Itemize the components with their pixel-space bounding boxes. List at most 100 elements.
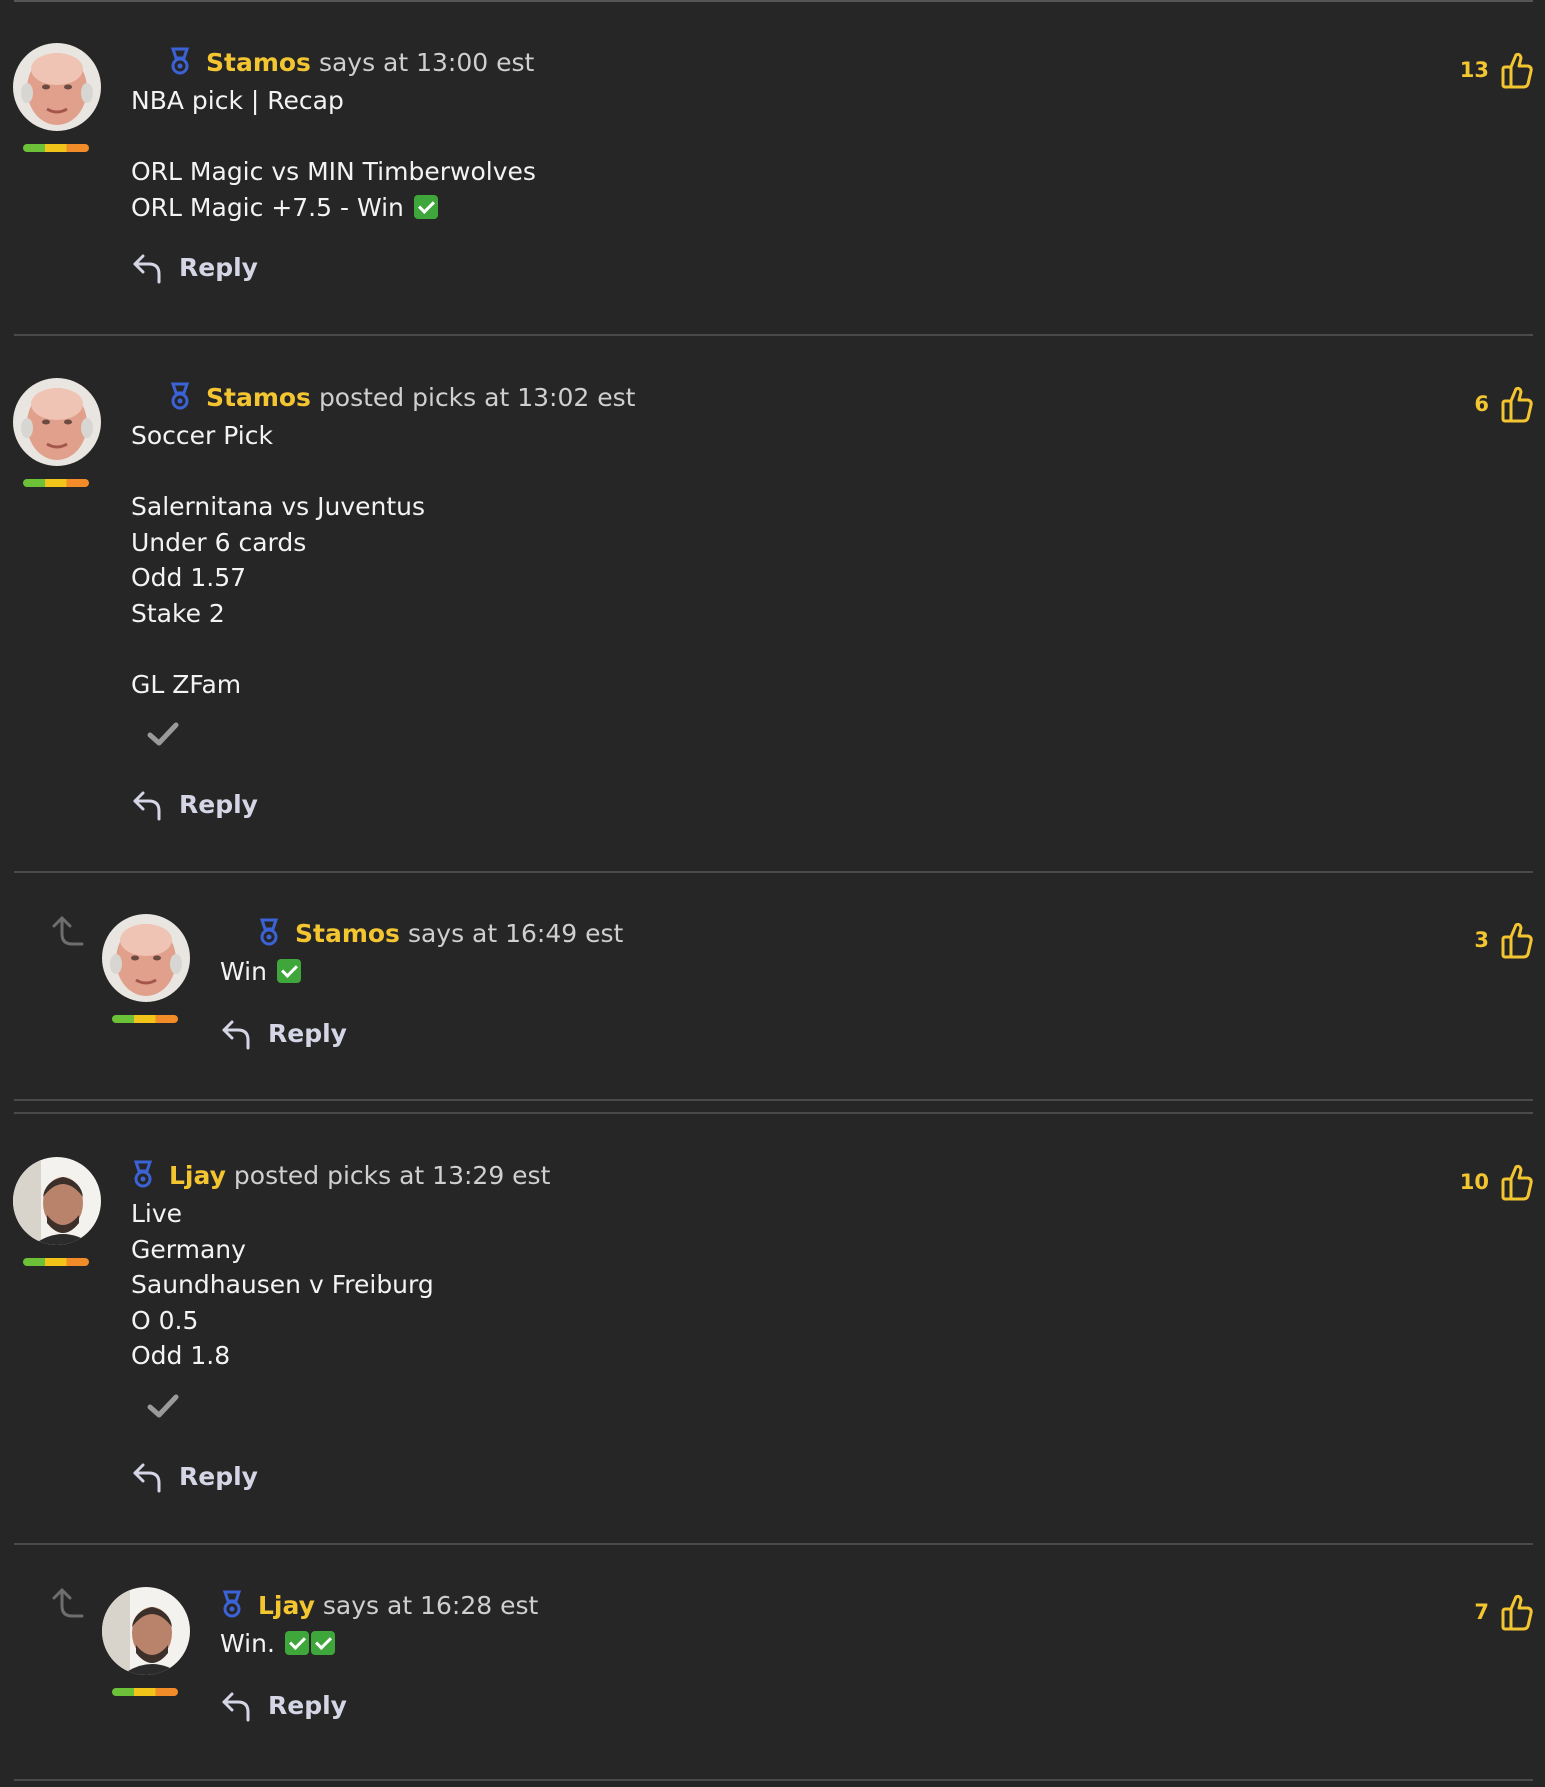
medal-icon (170, 47, 190, 75)
rank-bar (23, 479, 89, 487)
rank-bar (23, 144, 89, 152)
like-control[interactable]: 10 (1460, 1162, 1533, 1202)
green-check-emoji (284, 1631, 309, 1655)
comment-line (131, 454, 425, 490)
medal-icon (222, 1590, 242, 1618)
medal-icon (170, 382, 190, 410)
comment-meta: says at 16:49 est (407, 918, 624, 948)
reply-button[interactable]: Reply (220, 1013, 347, 1053)
like-count: 10 (1459, 1170, 1489, 1194)
comment-line-text: ORL Magic +7.5 - Win (131, 192, 404, 222)
author-name[interactable]: Ljay (169, 1161, 226, 1190)
author-name[interactable]: Stamos (295, 919, 400, 948)
reply-icon (222, 1020, 250, 1050)
thread-reply-icon (52, 916, 84, 946)
reply-icon (222, 1692, 250, 1722)
avatar-block (102, 914, 192, 1023)
reply-button[interactable]: Reply (131, 784, 258, 824)
comment-line: O 0.5 (131, 1305, 199, 1335)
comment-line (131, 119, 536, 155)
avatar[interactable] (13, 1157, 101, 1245)
comment-header: Stamos says at 16:49 est (257, 917, 623, 949)
reply-label: Reply (268, 1690, 347, 1720)
comment-meta: says at 13:00 est (318, 47, 535, 77)
comment-header: Stamos posted picks at 13:02 est (168, 381, 635, 413)
checkmark-icon (147, 1394, 179, 1418)
thumbs-up-icon[interactable] (1501, 921, 1533, 959)
thumbs-up-icon[interactable] (1501, 1163, 1533, 1201)
separator (14, 0, 1533, 2)
like-count: 7 (1474, 1600, 1489, 1624)
comment-line-text: Win. (220, 1629, 275, 1658)
thumbs-up-icon[interactable] (1501, 385, 1533, 423)
separator (14, 1779, 1533, 1781)
comment-line: ORL Magic +7.5 - Win (131, 190, 536, 226)
comment-line: Saundhausen v Freiburg (131, 1270, 434, 1299)
separator (14, 871, 1533, 873)
rank-bar (23, 1258, 89, 1266)
like-control[interactable]: 6 (1474, 384, 1533, 424)
separator (14, 334, 1533, 336)
green-check-emoji (310, 1631, 335, 1655)
reply-label: Reply (179, 789, 258, 819)
comment-line: Stake 2 (131, 598, 225, 628)
comment-header: Stamos says at 13:00 est (168, 46, 534, 78)
separator (14, 1099, 1533, 1101)
reply-button[interactable]: Reply (220, 1685, 347, 1725)
comment-header: Ljay posted picks at 13:29 est (131, 1159, 550, 1191)
author-name[interactable]: Stamos (206, 48, 311, 77)
comment-line: Win (220, 954, 301, 990)
rank-bar (112, 1015, 178, 1023)
avatar[interactable] (13, 378, 101, 466)
reply-button[interactable]: Reply (131, 247, 258, 287)
comment-meta: says at 16:28 est (322, 1590, 539, 1620)
avatar-block (13, 378, 103, 487)
comment-meta: posted picks at 13:29 est (233, 1160, 551, 1190)
comment-line-text: Win (220, 957, 267, 986)
comment-line: GL ZFam (131, 669, 242, 699)
like-control[interactable]: 7 (1474, 1592, 1533, 1632)
comment-line: NBA pick | Recap (131, 86, 344, 115)
avatar-block (13, 43, 103, 152)
thumbs-up-icon[interactable] (1501, 51, 1533, 89)
avatar[interactable] (102, 914, 190, 1002)
medal-icon (133, 1160, 153, 1188)
like-control[interactable]: 13 (1460, 50, 1533, 90)
author-name[interactable]: Stamos (206, 383, 311, 412)
comment-line (131, 631, 425, 667)
reply-label: Reply (179, 252, 258, 282)
comment-body: Win. (220, 1626, 335, 1662)
medal-icon (259, 918, 279, 946)
comment-line: Odd 1.57 (131, 563, 247, 592)
comment-meta: posted picks at 13:02 est (318, 382, 636, 412)
like-count: 13 (1459, 58, 1489, 82)
comment-line: Salernitana vs Juventus (131, 492, 426, 521)
like-control[interactable]: 3 (1474, 920, 1533, 960)
comment-line: Germany (131, 1234, 246, 1264)
comment-line: Win. (220, 1626, 335, 1662)
comment-line: Under 6 cards (131, 527, 307, 557)
comment-body: Live Germany Saundhausen v Freiburg O 0.… (131, 1196, 434, 1374)
comment-line: ORL Magic vs MIN Timberwolves (131, 157, 536, 186)
like-count: 6 (1474, 392, 1489, 416)
comment-line: Live (131, 1199, 183, 1228)
checkmark-icon (147, 722, 179, 746)
avatar[interactable] (102, 1587, 190, 1675)
comment-line: Soccer Pick (131, 421, 273, 450)
like-count: 3 (1474, 928, 1489, 952)
green-check-emoji (276, 959, 301, 983)
separator (14, 1112, 1533, 1114)
comment-header: Ljay says at 16:28 est (220, 1589, 538, 1621)
comment-body: Win (220, 954, 301, 990)
avatar[interactable] (13, 43, 101, 131)
rank-bar (112, 1688, 178, 1696)
reply-label: Reply (179, 1461, 258, 1491)
thread-reply-icon (52, 1588, 84, 1618)
author-name[interactable]: Ljay (258, 1591, 315, 1620)
avatar-block (102, 1587, 192, 1696)
reply-label: Reply (268, 1018, 347, 1048)
reply-button[interactable]: Reply (131, 1456, 258, 1496)
reply-icon (133, 254, 161, 284)
separator (14, 1543, 1533, 1545)
thumbs-up-icon[interactable] (1501, 1593, 1533, 1631)
